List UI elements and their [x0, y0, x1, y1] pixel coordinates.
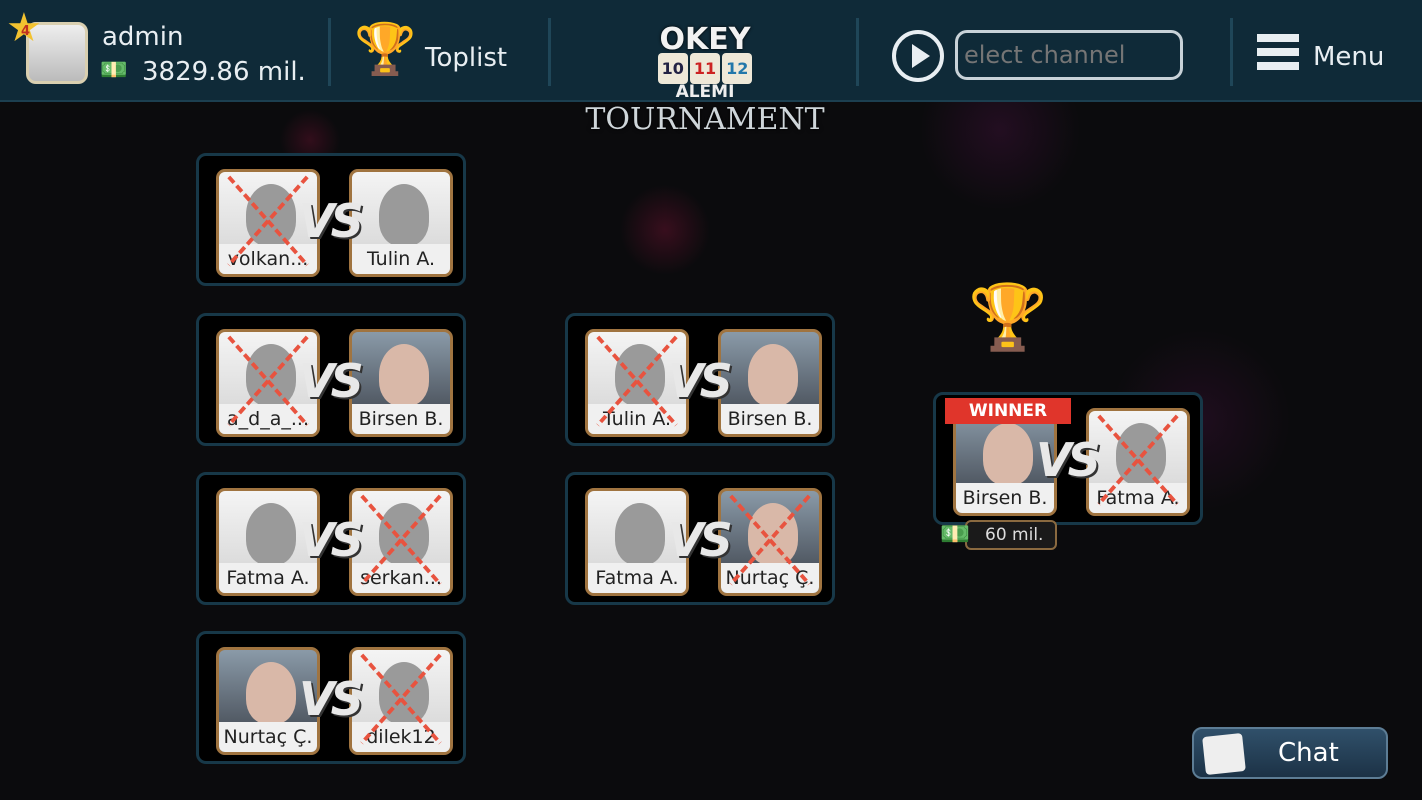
vs-label: VS	[299, 513, 364, 567]
player-avatar	[1116, 423, 1166, 485]
match-card[interactable]: Fatma A. Nurtaç Ç. VS	[565, 472, 835, 605]
menu-label: Menu	[1313, 42, 1385, 72]
player-name: Nurtaç Ç.	[219, 722, 317, 752]
player-slot[interactable]: Fatma A.	[1086, 408, 1190, 516]
match-card[interactable]: volkan... Tulin A. VS	[196, 153, 466, 286]
player-name: Birsen B.	[721, 404, 819, 434]
menu-button[interactable]: Menu	[1255, 30, 1395, 82]
prize-amount: 60 mil.	[965, 520, 1057, 550]
player-slot[interactable]: Birsen B.	[718, 329, 822, 437]
channel-select[interactable]	[955, 30, 1183, 80]
player-avatar	[983, 423, 1033, 485]
player-avatar	[748, 503, 798, 565]
champion-trophy-icon: 🏆	[968, 281, 1048, 355]
logo-subtitle: ALEMI	[675, 82, 735, 102]
play-icon[interactable]	[892, 30, 944, 82]
hamburger-icon	[1257, 34, 1299, 76]
player-name: Birsen B.	[352, 404, 450, 434]
logo-title: OKEY	[659, 22, 751, 57]
vs-label: VS	[299, 194, 364, 248]
username: admin	[102, 22, 184, 52]
player-name: Fatma A.	[588, 563, 686, 593]
vs-label: VS	[668, 354, 733, 408]
okey-alemi-tournament-logo: OKEY 10 11 12 ALEMI TOURNAMENT	[580, 22, 830, 137]
player-slot[interactable]: Tulin A.	[349, 169, 453, 277]
player-avatar	[379, 344, 429, 406]
winner-ribbon: WINNER	[945, 398, 1071, 424]
player-slot[interactable]: Nurtaç Ç.	[718, 488, 822, 596]
divider	[856, 18, 859, 86]
match-card[interactable]: Nurtaç Ç. dilek12 VS	[196, 631, 466, 764]
player-avatar	[246, 344, 296, 406]
logo-tile: 11	[689, 53, 721, 84]
player-avatar	[748, 344, 798, 406]
player-name: Fatma A.	[219, 563, 317, 593]
money-icon: 💵	[940, 520, 970, 548]
chat-note-icon	[1202, 733, 1246, 775]
player-avatar	[379, 184, 429, 246]
match-card[interactable]: Fatma A. serkan... VS	[196, 472, 466, 605]
balance: 3829.86 mil.	[142, 57, 306, 87]
chat-label: Chat	[1278, 738, 1339, 768]
match-card[interactable]: Tulin A. Birsen B. VS	[565, 313, 835, 446]
player-name: dilek12	[352, 722, 450, 752]
player-name: Fatma A.	[1089, 483, 1187, 513]
logo-tile: 10	[657, 53, 688, 84]
money-icon: 💵	[100, 58, 128, 83]
level-number: 4	[21, 24, 31, 39]
vs-label: VS	[299, 354, 364, 408]
divider	[1230, 18, 1233, 86]
player-name: serkan...	[352, 563, 450, 593]
player-avatar	[246, 184, 296, 246]
toplist-label: Toplist	[425, 43, 508, 73]
player-name: volkan...	[219, 244, 317, 274]
player-slot[interactable]: serkan...	[349, 488, 453, 596]
player-avatar	[615, 344, 665, 406]
player-name: Nurtaç Ç.	[721, 563, 819, 593]
trophy-icon: 🏆	[354, 20, 417, 78]
match-card[interactable]: a_d_a_... Birsen B. VS	[196, 313, 466, 446]
player-name: Tulin A.	[352, 244, 450, 274]
tournament-title: TOURNAMENT	[585, 102, 825, 137]
player-avatar	[246, 662, 296, 724]
player-avatar	[379, 662, 429, 724]
player-name: Birsen B.	[956, 483, 1054, 513]
vs-label: VS	[668, 513, 733, 567]
vs-label: VS	[299, 672, 364, 726]
divider	[328, 18, 331, 86]
player-name: Tulin A.	[588, 404, 686, 434]
player-slot[interactable]: dilek12	[349, 647, 453, 755]
logo-tile: 12	[722, 53, 753, 84]
prize-text: 60 mil.	[985, 525, 1044, 545]
player-slot[interactable]: Birsen B.	[349, 329, 453, 437]
toplist-button[interactable]: 🏆 Toplist	[350, 18, 520, 88]
divider	[548, 18, 551, 86]
vs-label: VS	[1036, 433, 1101, 487]
chat-button[interactable]: Chat	[1192, 727, 1388, 779]
player-name: a_d_a_...	[219, 404, 317, 434]
player-avatar	[615, 503, 665, 565]
player-avatar	[246, 503, 296, 565]
player-avatar	[379, 503, 429, 565]
